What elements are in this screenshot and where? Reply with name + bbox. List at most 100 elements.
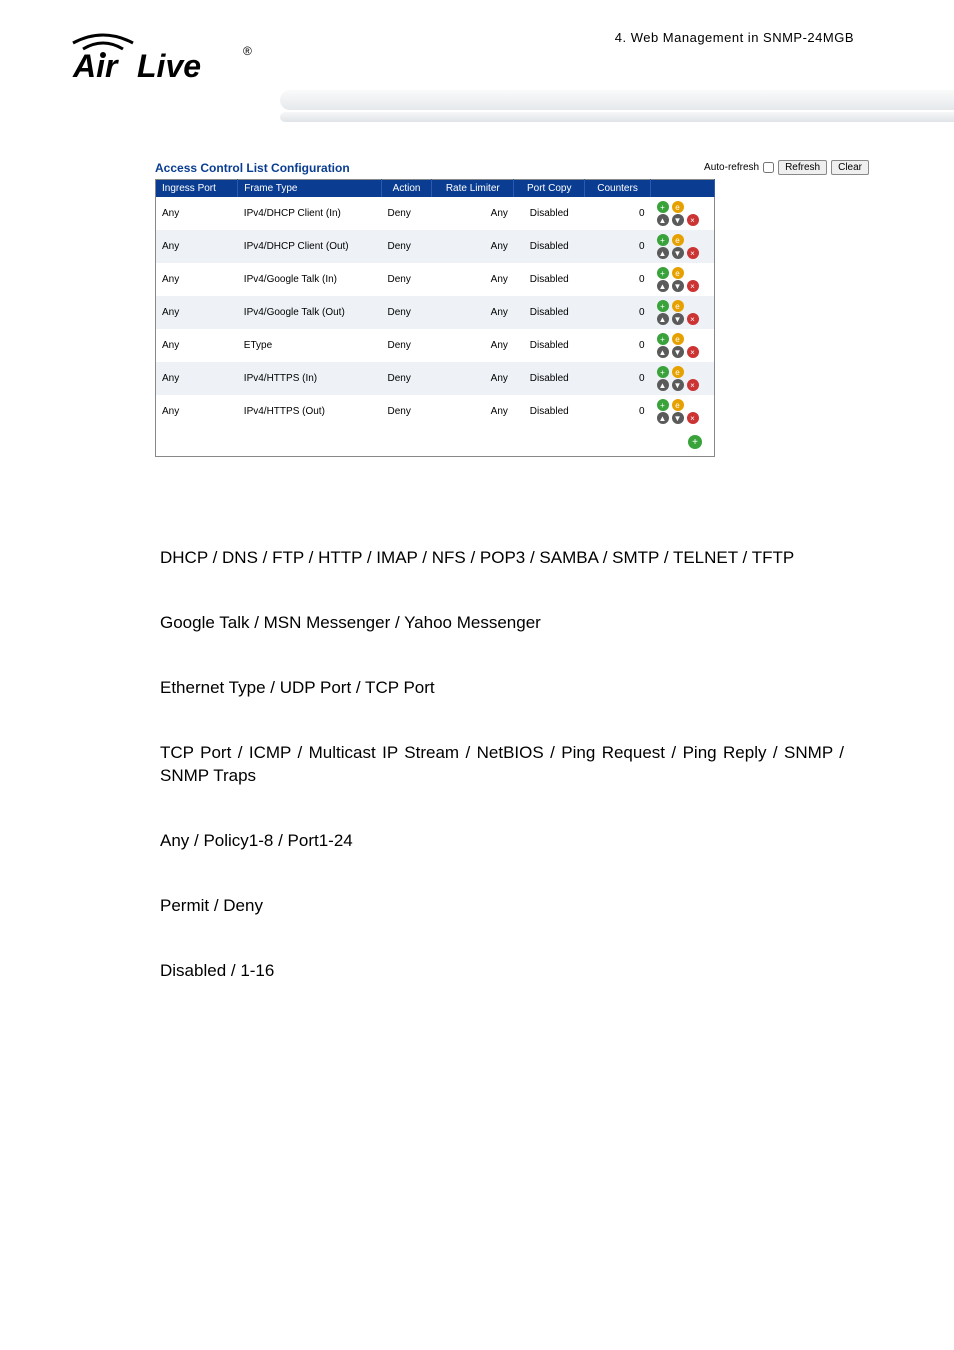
cell-row-actions: + e ▲ ▼ ×: [651, 230, 715, 263]
insert-icon[interactable]: +: [657, 234, 669, 246]
cell-ingress: Any: [156, 296, 238, 329]
cell-row-actions: + e ▲ ▼ ×: [651, 296, 715, 329]
cell-portcopy: Disabled: [514, 296, 585, 329]
edit-icon[interactable]: e: [672, 333, 684, 345]
move-down-icon[interactable]: ▼: [672, 214, 684, 226]
insert-icon[interactable]: +: [657, 333, 669, 345]
autorefresh-checkbox[interactable]: [763, 162, 774, 173]
cell-counters: 0: [585, 329, 651, 362]
insert-icon[interactable]: +: [657, 267, 669, 279]
col-frame: Frame Type: [238, 180, 382, 198]
move-down-icon[interactable]: ▼: [672, 313, 684, 325]
cell-ingress: Any: [156, 230, 238, 263]
edit-icon[interactable]: e: [672, 267, 684, 279]
clear-button[interactable]: Clear: [831, 160, 869, 175]
paragraph-2: Google Talk / MSN Messenger / Yahoo Mess…: [160, 612, 844, 635]
table-row: AnyIPv4/DHCP Client (Out)DenyAnyDisabled…: [156, 230, 715, 263]
cell-frame: IPv4/HTTPS (Out): [238, 395, 382, 428]
svg-text:Air: Air: [72, 48, 119, 84]
insert-icon[interactable]: +: [657, 300, 669, 312]
cell-row-actions: + e ▲ ▼ ×: [651, 329, 715, 362]
cell-counters: 0: [585, 230, 651, 263]
delete-icon[interactable]: ×: [687, 247, 699, 259]
move-up-icon[interactable]: ▲: [657, 247, 669, 259]
cell-rate: Any: [432, 263, 514, 296]
delete-icon[interactable]: ×: [687, 313, 699, 325]
move-down-icon[interactable]: ▼: [672, 247, 684, 259]
move-down-icon[interactable]: ▼: [672, 379, 684, 391]
paragraph-1: DHCP / DNS / FTP / HTTP / IMAP / NFS / P…: [160, 547, 844, 570]
cell-action: Deny: [381, 263, 431, 296]
table-row: AnyETypeDenyAnyDisabled0 + e ▲ ▼ ×: [156, 329, 715, 362]
brand-logo: Air Live ®: [65, 25, 275, 85]
cell-portcopy: Disabled: [514, 329, 585, 362]
cell-frame: IPv4/DHCP Client (In): [238, 197, 382, 230]
paragraph-5: Any / Policy1-8 / Port1-24: [160, 830, 844, 853]
col-actions: [651, 180, 715, 198]
move-down-icon[interactable]: ▼: [672, 280, 684, 292]
cell-action: Deny: [381, 329, 431, 362]
move-up-icon[interactable]: ▲: [657, 379, 669, 391]
cell-rate: Any: [432, 362, 514, 395]
move-up-icon[interactable]: ▲: [657, 412, 669, 424]
cell-counters: 0: [585, 296, 651, 329]
acl-panel: Access Control List Configuration Auto-r…: [155, 160, 869, 457]
add-row-icon[interactable]: +: [688, 435, 702, 449]
cell-rate: Any: [432, 296, 514, 329]
insert-icon[interactable]: +: [657, 366, 669, 378]
table-row: AnyIPv4/HTTPS (In)DenyAnyDisabled0 + e ▲…: [156, 362, 715, 395]
cell-action: Deny: [381, 296, 431, 329]
cell-ingress: Any: [156, 329, 238, 362]
insert-icon[interactable]: +: [657, 201, 669, 213]
cell-frame: IPv4/HTTPS (In): [238, 362, 382, 395]
table-row: AnyIPv4/DHCP Client (In)DenyAnyDisabled0…: [156, 197, 715, 230]
table-row: AnyIPv4/Google Talk (Out)DenyAnyDisabled…: [156, 296, 715, 329]
cell-rate: Any: [432, 329, 514, 362]
table-row: AnyIPv4/Google Talk (In)DenyAnyDisabled0…: [156, 263, 715, 296]
move-down-icon[interactable]: ▼: [672, 412, 684, 424]
cell-counters: 0: [585, 362, 651, 395]
cell-action: Deny: [381, 230, 431, 263]
move-up-icon[interactable]: ▲: [657, 280, 669, 292]
delete-icon[interactable]: ×: [687, 412, 699, 424]
paragraph-7: Disabled / 1-16: [160, 960, 844, 983]
move-up-icon[interactable]: ▲: [657, 346, 669, 358]
cell-portcopy: Disabled: [514, 395, 585, 428]
delete-icon[interactable]: ×: [687, 280, 699, 292]
cell-frame: IPv4/DHCP Client (Out): [238, 230, 382, 263]
col-action: Action: [381, 180, 431, 198]
move-down-icon[interactable]: ▼: [672, 346, 684, 358]
acl-title: Access Control List Configuration: [155, 161, 350, 175]
cell-portcopy: Disabled: [514, 197, 585, 230]
col-portcopy: Port Copy: [514, 180, 585, 198]
insert-icon[interactable]: +: [657, 399, 669, 411]
edit-icon[interactable]: e: [672, 201, 684, 213]
delete-icon[interactable]: ×: [687, 346, 699, 358]
cell-portcopy: Disabled: [514, 230, 585, 263]
cell-action: Deny: [381, 197, 431, 230]
col-ingress: Ingress Port: [156, 180, 238, 198]
cell-portcopy: Disabled: [514, 362, 585, 395]
cell-ingress: Any: [156, 395, 238, 428]
delete-icon[interactable]: ×: [687, 214, 699, 226]
edit-icon[interactable]: e: [672, 366, 684, 378]
cell-frame: IPv4/Google Talk (In): [238, 263, 382, 296]
svg-text:®: ®: [243, 44, 252, 58]
paragraph-6: Permit / Deny: [160, 895, 844, 918]
cell-action: Deny: [381, 362, 431, 395]
autorefresh-label: Auto-refresh: [704, 162, 759, 173]
cell-counters: 0: [585, 395, 651, 428]
cell-rate: Any: [432, 395, 514, 428]
paragraph-4: TCP Port / ICMP / Multicast IP Stream / …: [160, 742, 844, 788]
svg-text:Live: Live: [137, 48, 201, 84]
refresh-button[interactable]: Refresh: [778, 160, 827, 175]
move-up-icon[interactable]: ▲: [657, 313, 669, 325]
delete-icon[interactable]: ×: [687, 379, 699, 391]
paragraph-3: Ethernet Type / UDP Port / TCP Port: [160, 677, 844, 700]
edit-icon[interactable]: e: [672, 300, 684, 312]
breadcrumb: 4. Web Management in SNMP-24MGB: [615, 30, 854, 45]
cell-portcopy: Disabled: [514, 263, 585, 296]
edit-icon[interactable]: e: [672, 234, 684, 246]
move-up-icon[interactable]: ▲: [657, 214, 669, 226]
edit-icon[interactable]: e: [672, 399, 684, 411]
